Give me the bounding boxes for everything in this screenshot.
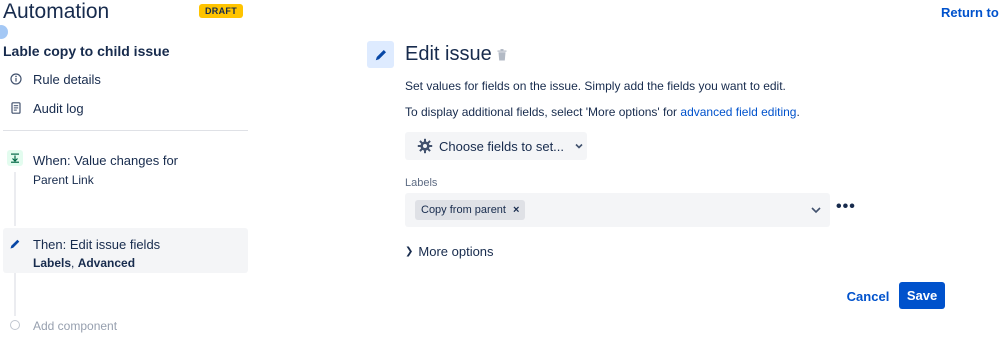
choose-fields-label: Choose fields to set... [439, 138, 565, 154]
action-title[interactable]: Then: Edit issue fields [33, 237, 160, 252]
trash-icon[interactable] [496, 48, 508, 62]
advanced-field-editing-link[interactable]: advanced field editing [680, 105, 796, 119]
return-link[interactable]: Return to li [941, 5, 999, 20]
trigger-subtitle: Parent Link [33, 173, 94, 187]
add-component-button[interactable]: Add component [33, 319, 117, 333]
chevron-down-icon[interactable] [810, 205, 822, 215]
action-subtitle-advanced: Advanced [77, 256, 136, 270]
info-icon [10, 73, 22, 85]
chevron-right-icon: ❯ [405, 246, 414, 257]
sidebar-divider [3, 130, 248, 131]
action-subtitle-separator: , [71, 256, 78, 270]
sidebar-item-audit-log[interactable]: Audit log [10, 99, 84, 117]
status-badge: DRAFT [199, 4, 243, 18]
description-advanced: To display additional fields, select 'Mo… [405, 105, 800, 119]
document-icon [10, 102, 22, 114]
description-text: Set values for fields on the issue. Simp… [405, 79, 786, 93]
sidebar-item-rule-details[interactable]: Rule details [10, 70, 101, 88]
component-connector [14, 172, 16, 226]
more-actions-icon[interactable]: ••• [836, 198, 856, 216]
choose-fields-button[interactable]: Choose fields to set... [405, 132, 587, 160]
save-button[interactable]: Save [899, 282, 945, 309]
edit-issue-tile [367, 41, 394, 68]
labels-field-label: Labels [405, 177, 438, 189]
remove-tag-icon[interactable]: × [513, 200, 519, 220]
sidebar-item-label: Audit log [33, 100, 84, 116]
cancel-button[interactable]: Cancel [843, 283, 893, 309]
label-tag-text: Copy from parent [421, 204, 506, 216]
more-options-label: More options [418, 244, 494, 259]
action-subtitle-labels: Labels [33, 256, 72, 270]
edit-issue-title: Edit issue [405, 43, 492, 65]
sidebar-item-label: Rule details [33, 71, 101, 87]
step-indicator-dot [0, 25, 8, 39]
trigger-title[interactable]: When: Value changes for [33, 153, 178, 168]
description-advanced-prefix: To display additional fields, select 'Mo… [405, 105, 681, 119]
pencil-icon [375, 49, 386, 60]
trigger-icon [7, 150, 23, 166]
add-component-dot [10, 320, 20, 330]
action-subtitle: Labels, Advanced [33, 256, 135, 270]
label-tag: Copy from parent × [415, 200, 526, 220]
page-title: Automation [3, 0, 110, 23]
gear-icon [417, 138, 433, 154]
chevron-down-icon [574, 141, 584, 151]
rule-name[interactable]: Lable copy to child issue [3, 43, 169, 59]
description-advanced-suffix: . [796, 105, 800, 119]
more-options-toggle[interactable]: ❯ More options [405, 244, 494, 259]
pencil-icon [7, 236, 23, 252]
